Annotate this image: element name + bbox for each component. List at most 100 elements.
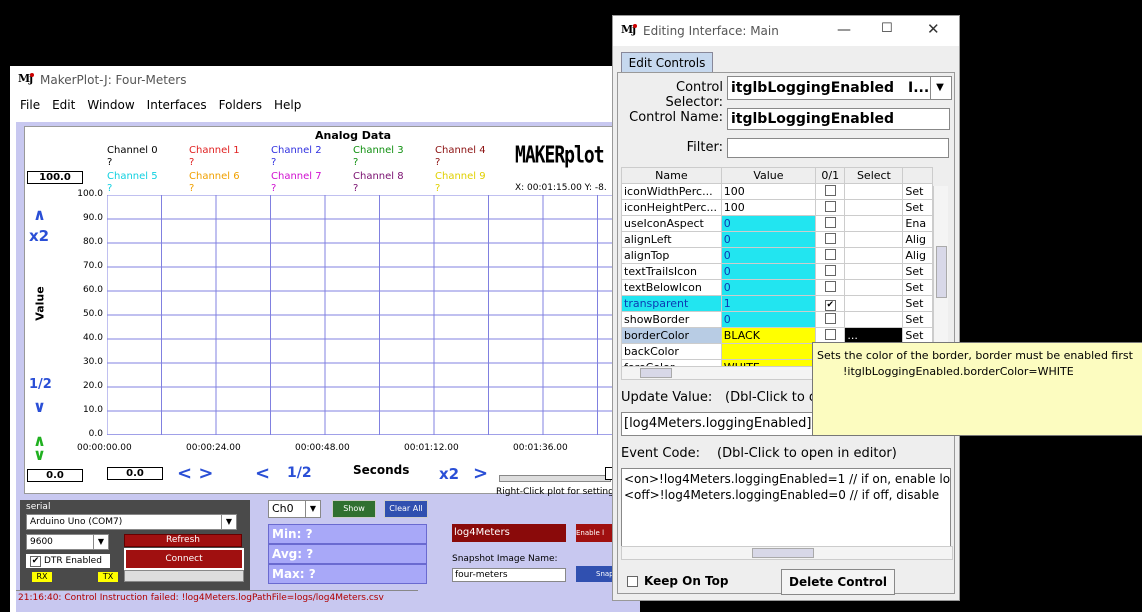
property-toggle[interactable] — [815, 231, 846, 248]
snapshot-name-input[interactable]: four-meters — [452, 568, 566, 582]
property-select[interactable] — [844, 183, 904, 200]
property-row[interactable]: showBorder 0 Set — [621, 311, 933, 328]
baud-select[interactable]: 9600 ▼ — [26, 534, 109, 550]
tab-edit-controls[interactable]: Edit Controls — [621, 52, 713, 73]
x-min-box[interactable]: 0.0 — [107, 467, 163, 480]
x-shrink-icon[interactable]: < — [255, 463, 270, 484]
menu-interfaces[interactable]: Interfaces — [147, 98, 207, 112]
property-extra[interactable]: Set — [902, 295, 933, 312]
property-toggle[interactable] — [815, 279, 846, 296]
x-expand-icon[interactable]: > — [473, 463, 488, 484]
property-name[interactable]: iconWidthPerc... — [621, 183, 722, 200]
control-name-input[interactable]: itglbLoggingEnabled — [727, 108, 950, 130]
col-value[interactable]: Value — [720, 167, 817, 184]
property-extra[interactable]: Alig — [902, 231, 933, 248]
property-extra[interactable]: Set — [902, 311, 933, 328]
filter-input[interactable] — [727, 138, 949, 158]
col-01[interactable]: 0/1 — [815, 167, 846, 184]
x-zoom-half-button[interactable]: 1/2 — [287, 465, 312, 481]
property-select[interactable] — [844, 311, 904, 328]
property-select[interactable] — [844, 199, 904, 216]
menu-edit[interactable]: Edit — [52, 98, 75, 112]
property-row[interactable]: useIconAspect 0 Ena — [621, 215, 933, 232]
menu-file[interactable]: File — [20, 98, 40, 112]
property-extra[interactable]: Alig — [902, 247, 933, 264]
property-select[interactable] — [844, 263, 904, 280]
property-name[interactable]: transparent — [621, 295, 722, 312]
snapshot-button[interactable]: Snap — [576, 566, 616, 582]
col-select[interactable]: Select — [844, 167, 904, 184]
property-toggle[interactable]: ✔ — [815, 295, 846, 312]
dtr-checkbox[interactable]: ✔ DTR Enabled — [26, 554, 110, 568]
property-name[interactable]: iconHeightPerc... — [621, 199, 722, 216]
property-toggle[interactable] — [815, 263, 846, 280]
y-autoscale-down-icon[interactable]: ∨ — [33, 445, 46, 464]
delete-control-button[interactable]: Delete Control — [781, 569, 895, 595]
vscroll-thumb[interactable] — [936, 246, 947, 298]
menu-help[interactable]: Help — [274, 98, 301, 112]
property-name[interactable]: alignLeft — [621, 231, 722, 248]
menu-window[interactable]: Window — [87, 98, 134, 112]
maximize-icon[interactable]: ☐ — [881, 21, 893, 36]
y-zoom-x2-button[interactable]: x2 — [29, 227, 49, 245]
property-name[interactable]: textTrailsIcon — [621, 263, 722, 280]
property-extra[interactable]: Set — [902, 199, 933, 216]
property-name[interactable]: backColor — [621, 343, 722, 360]
property-value[interactable]: BLACK — [720, 327, 817, 344]
property-value[interactable]: 0 — [720, 247, 817, 264]
property-row[interactable]: textTrailsIcon 0 Set — [621, 263, 933, 280]
hscroll-thumb[interactable] — [752, 548, 814, 558]
property-select[interactable] — [844, 215, 904, 232]
property-extra[interactable]: Set — [902, 183, 933, 200]
main-titlebar[interactable]: Mj MakerPlot-J: Four-Meters — [10, 66, 640, 94]
property-value[interactable]: 0 — [720, 263, 817, 280]
x-scroll-icon[interactable]: < > — [177, 463, 213, 484]
property-row[interactable]: textBelowIcon 0 Set — [621, 279, 933, 296]
property-row[interactable]: iconWidthPerc... 100 Set — [621, 183, 933, 200]
property-name[interactable]: textBelowIcon — [621, 279, 722, 296]
menu-folders[interactable]: Folders — [219, 98, 262, 112]
property-toggle[interactable] — [815, 199, 846, 216]
property-value[interactable]: 0 — [720, 215, 817, 232]
channel-select[interactable]: Ch0 ▼ — [268, 500, 321, 518]
property-value[interactable]: 0 — [720, 231, 817, 248]
y-zoom-half-button[interactable]: 1/2 — [29, 377, 52, 392]
property-toggle[interactable] — [815, 183, 846, 200]
property-select[interactable] — [844, 231, 904, 248]
property-value[interactable]: 0 — [720, 311, 817, 328]
x-scrollbar[interactable] — [499, 475, 611, 482]
property-name[interactable]: alignTop — [621, 247, 722, 264]
property-extra[interactable]: Set — [902, 279, 933, 296]
plot-area[interactable]: Analog Data Channel 0? Channel 1? Channel … — [24, 126, 642, 494]
control-selector[interactable]: itglbLoggingEnabled I... ▼ — [727, 76, 952, 100]
show-button[interactable]: Show — [332, 500, 376, 518]
property-row[interactable]: alignTop 0 Alig — [621, 247, 933, 264]
property-select[interactable] — [844, 247, 904, 264]
editor-titlebar[interactable]: Mj Editing Interface: Main — ☐ ✕ — [613, 16, 959, 46]
property-toggle[interactable] — [815, 215, 846, 232]
enable-log-button[interactable]: Enable l — [576, 524, 616, 542]
col-name[interactable]: Name — [621, 167, 722, 184]
property-value[interactable]: 0 — [720, 279, 817, 296]
close-icon[interactable]: ✕ — [927, 20, 940, 38]
hscroll-thumb[interactable] — [640, 368, 672, 378]
property-row[interactable]: transparent 1 ✔ Set — [621, 295, 933, 312]
property-select[interactable] — [844, 295, 904, 312]
property-select[interactable] — [844, 279, 904, 296]
property-value[interactable] — [720, 343, 817, 360]
property-row[interactable]: alignLeft 0 Alig — [621, 231, 933, 248]
keep-on-top-checkbox[interactable]: Keep On Top — [627, 574, 728, 588]
event-code-hscrollbar[interactable] — [621, 546, 953, 560]
property-extra[interactable]: Ena — [902, 215, 933, 232]
port-select[interactable]: Arduino Uno (COM7) ▼ — [26, 514, 237, 530]
y-scroll-up-icon[interactable]: ∧ — [33, 205, 46, 224]
table-vscrollbar[interactable] — [933, 186, 948, 366]
log-name-field[interactable]: log4Meters — [452, 524, 566, 542]
refresh-button[interactable]: Refresh — [124, 534, 242, 547]
minimize-icon[interactable]: — — [837, 22, 851, 38]
property-name[interactable]: useIconAspect — [621, 215, 722, 232]
y-max-box[interactable]: 100.0 — [27, 171, 83, 184]
x-zoom-x2-button[interactable]: x2 — [439, 465, 459, 483]
property-toggle[interactable] — [815, 247, 846, 264]
property-value[interactable]: 100 — [720, 183, 817, 200]
